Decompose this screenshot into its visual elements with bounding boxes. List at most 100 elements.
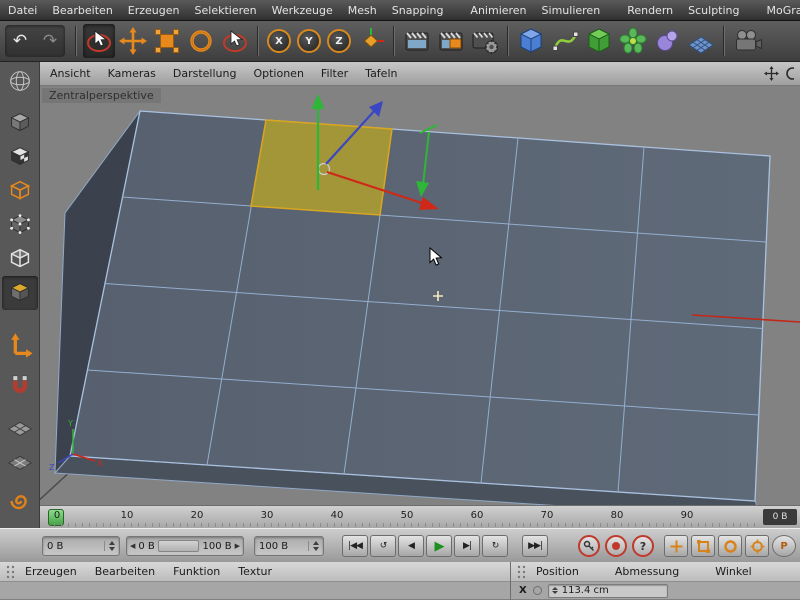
current-frame-field[interactable]: 0 B: [42, 536, 120, 556]
tab-erzeugen[interactable]: Erzeugen: [25, 565, 77, 578]
preview-range-slider[interactable]: ◀ 0 B 100 B ▶: [126, 536, 244, 556]
record-keyframe-button[interactable]: [578, 535, 600, 557]
z-axis-lock-button[interactable]: Z: [327, 29, 351, 53]
menu-sculpting[interactable]: Sculpting: [688, 4, 739, 17]
frame-stepper[interactable]: [104, 541, 115, 551]
selected-polygon[interactable]: [250, 119, 393, 216]
vp-menu-darstellung[interactable]: Darstellung: [173, 67, 237, 80]
viewport[interactable]: Y X Z Zentralperspektive: [40, 86, 800, 505]
end-frame-field[interactable]: 100 B: [254, 536, 324, 556]
panel-drag-handle-icon[interactable]: [517, 565, 526, 579]
menu-simulieren[interactable]: Simulieren: [542, 4, 601, 17]
vp-menu-ansicht[interactable]: Ansicht: [50, 67, 91, 80]
menu-selektieren[interactable]: Selektieren: [195, 4, 257, 17]
coordinate-system-button[interactable]: [355, 24, 387, 58]
menu-mograph[interactable]: MoGraph: [767, 4, 800, 17]
menu-rendern[interactable]: Rendern: [627, 4, 673, 17]
enable-snap-button[interactable]: [2, 370, 38, 404]
menu-datei[interactable]: Datei: [8, 4, 37, 17]
play-button[interactable]: ▶: [426, 535, 452, 557]
goto-start-button[interactable]: |◀◀: [342, 535, 368, 557]
panel-drag-handle-icon[interactable]: [6, 565, 15, 579]
help-button[interactable]: ?: [632, 535, 654, 557]
workplane-button[interactable]: [2, 410, 38, 444]
key-scale-button[interactable]: [691, 535, 715, 557]
material-manager-body[interactable]: [0, 582, 510, 599]
stepper-down-icon[interactable]: [313, 547, 319, 551]
key-pla-button[interactable]: P: [772, 535, 796, 557]
stepper-down-icon[interactable]: [551, 591, 558, 594]
pan-view-icon[interactable]: [764, 66, 779, 81]
scale-tool[interactable]: [151, 24, 183, 58]
y-axis-lock-button[interactable]: Y: [297, 29, 321, 53]
previous-frame-button[interactable]: ◀: [398, 535, 424, 557]
keyframe-circle-icon[interactable]: [532, 586, 542, 595]
goto-end-button[interactable]: ▶▶|: [522, 535, 548, 557]
redo-button[interactable]: ↷: [35, 25, 65, 57]
viewport-canvas[interactable]: Y X Z: [40, 86, 800, 505]
vp-menu-optionen[interactable]: Optionen: [253, 67, 303, 80]
tab-funktion[interactable]: Funktion: [173, 565, 220, 578]
add-cube-object-button[interactable]: [515, 24, 547, 58]
magnet-icon: [12, 375, 27, 393]
play-backwards-button[interactable]: ↺: [370, 535, 396, 557]
polygons-mode-button[interactable]: [1, 276, 38, 310]
add-camera-button[interactable]: [731, 24, 763, 58]
rotate-tool[interactable]: [185, 24, 217, 58]
tab-textur[interactable]: Textur: [238, 565, 272, 578]
add-spline-button[interactable]: [549, 24, 581, 58]
plane-object[interactable]: [53, 110, 771, 505]
edges-mode-button[interactable]: [2, 242, 38, 276]
x-position-field[interactable]: 113.4 cm: [547, 583, 668, 598]
key-parameter-target-button[interactable]: [745, 535, 769, 557]
undo-button[interactable]: ↶: [5, 25, 35, 57]
menu-bearbeiten[interactable]: Bearbeiten: [52, 4, 112, 17]
menu-werkzeuge[interactable]: Werkzeuge: [272, 4, 333, 17]
gizmo-y-arrowhead[interactable]: [311, 94, 325, 109]
enable-axis-button[interactable]: [2, 328, 38, 362]
loop-button[interactable]: ↻: [482, 535, 508, 557]
x-field-stepper[interactable]: [551, 587, 558, 594]
end-frame-stepper[interactable]: [308, 541, 319, 551]
next-frame-button[interactable]: ▶|: [454, 535, 480, 557]
vp-menu-tafeln[interactable]: Tafeln: [365, 67, 397, 80]
add-metaball-button[interactable]: [651, 24, 683, 58]
make-editable-button[interactable]: [2, 64, 38, 98]
x-axis-lock-button[interactable]: X: [267, 29, 291, 53]
add-floor-button[interactable]: [685, 24, 717, 58]
timeline-ruler[interactable]: 0 10 20 30 40 50 60 70 80 90 0 B: [40, 505, 800, 528]
render-settings-button[interactable]: [469, 24, 501, 58]
stepper-down-icon[interactable]: [109, 547, 115, 551]
menu-erzeugen[interactable]: Erzeugen: [128, 4, 180, 17]
render-to-picture-viewer-button[interactable]: [435, 24, 467, 58]
rotate-icon: [190, 30, 212, 52]
rotate-view-icon[interactable]: [785, 66, 794, 81]
menu-mesh[interactable]: Mesh: [348, 4, 377, 17]
snap-spiral-button[interactable]: [2, 484, 38, 518]
range-next-icon[interactable]: ▶: [235, 542, 240, 550]
last-used-tool[interactable]: [219, 24, 251, 58]
workplane-mode-button[interactable]: [2, 174, 38, 208]
render-view-button[interactable]: [401, 24, 433, 58]
tab-bearbeiten[interactable]: Bearbeiten: [95, 565, 155, 578]
live-selection-tool[interactable]: [83, 24, 115, 58]
key-position-button[interactable]: [664, 535, 688, 557]
menu-animieren[interactable]: Animieren: [470, 4, 526, 17]
autokey-button[interactable]: [605, 535, 627, 557]
add-subdivision-surface-button[interactable]: [583, 24, 615, 58]
points-mode-button[interactable]: [2, 208, 38, 242]
stepper-up-icon[interactable]: [313, 541, 319, 545]
model-mode-button[interactable]: [2, 106, 38, 140]
vp-menu-kameras[interactable]: Kameras: [108, 67, 156, 80]
texture-mode-button[interactable]: [2, 140, 38, 174]
add-cloner-button[interactable]: [617, 24, 649, 58]
range-prev-icon[interactable]: ◀: [130, 542, 135, 550]
move-tool[interactable]: [117, 24, 149, 58]
stepper-up-icon[interactable]: [109, 541, 115, 545]
menu-snapping[interactable]: Snapping: [392, 4, 444, 17]
vp-menu-filter[interactable]: Filter: [321, 67, 348, 80]
key-rotation-button[interactable]: [718, 535, 742, 557]
range-track[interactable]: [157, 540, 200, 552]
lock-workplane-button[interactable]: [2, 444, 38, 478]
stepper-up-icon[interactable]: [551, 587, 558, 590]
